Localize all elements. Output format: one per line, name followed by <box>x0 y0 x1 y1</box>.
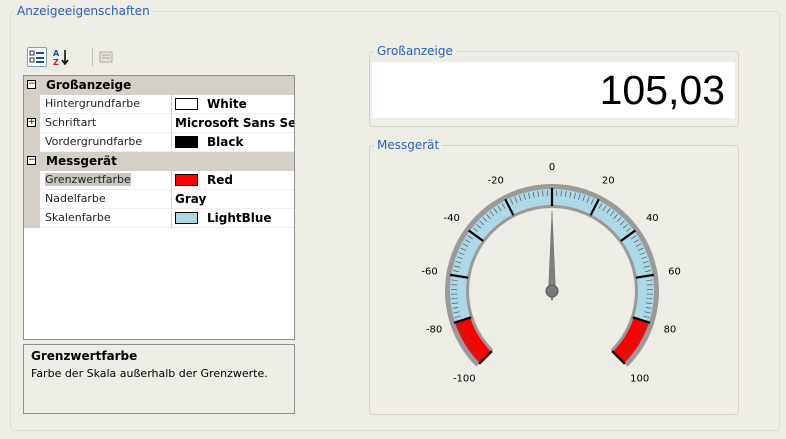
description-title: Grenzwertfarbe <box>31 349 138 363</box>
alphabetical-sort-button[interactable]: A Z <box>51 47 71 67</box>
property-row-vordergrundfarbe[interactable]: Vordergrundfarbe Black <box>24 133 294 152</box>
property-name: Skalenfarbe <box>45 211 111 224</box>
property-row-grenzwertfarbe[interactable]: Grenzwertfarbe Red <box>24 171 294 190</box>
category-label: Großanzeige <box>46 78 132 92</box>
gauge-tick-label: -40 <box>444 213 460 224</box>
column-separator <box>171 190 172 209</box>
property-name: Vordergrundfarbe <box>45 135 143 148</box>
display-properties-legend: Anzeigeeigenschaften <box>14 4 153 18</box>
column-separator <box>171 133 172 152</box>
gauge-tick-label: -80 <box>426 324 442 335</box>
property-grid: − Großanzeige Hintergrundfarbe White + S… <box>23 75 295 340</box>
category-row-messgeraet[interactable]: − Messgerät <box>24 152 294 171</box>
row-margin <box>24 171 40 190</box>
gauge-needle-hub <box>545 284 559 298</box>
gauge-tick-label: -20 <box>488 176 504 187</box>
category-row-grossanzeige[interactable]: − Großanzeige <box>24 76 294 95</box>
row-margin <box>24 190 40 209</box>
expand-icon[interactable]: + <box>27 118 36 127</box>
collapse-icon[interactable]: − <box>27 156 36 165</box>
property-pages-button[interactable] <box>96 47 116 67</box>
column-separator <box>171 95 172 114</box>
gauge-legend: Messgerät <box>374 138 443 152</box>
svg-text:A: A <box>53 49 60 58</box>
property-value[interactable]: White <box>207 97 247 111</box>
property-value[interactable]: Red <box>207 173 233 187</box>
property-name: Nadelfarbe <box>45 192 106 205</box>
category-label: Messgerät <box>46 154 117 168</box>
svg-text:Z: Z <box>53 58 59 66</box>
row-margin: + <box>24 114 40 133</box>
property-row-nadelfarbe[interactable]: Nadelfarbe Gray <box>24 190 294 209</box>
column-separator <box>171 209 172 228</box>
gauge-tick-label: 80 <box>664 324 677 335</box>
property-value[interactable]: Microsoft Sans Serif; <box>175 116 294 130</box>
property-row-schriftart[interactable]: + Schriftart Microsoft Sans Serif; <box>24 114 294 133</box>
column-separator <box>171 114 172 133</box>
property-name: Schriftart <box>45 116 97 129</box>
property-pages-icon <box>99 51 113 63</box>
color-swatch <box>175 174 198 186</box>
row-margin <box>24 133 40 152</box>
gauge-tick-label: -60 <box>421 267 437 278</box>
property-value[interactable]: LightBlue <box>207 211 272 225</box>
gauge-meter: -100 -80 -60 -40 -20 0 20 40 60 80 100 <box>421 162 681 385</box>
property-name: Grenzwertfarbe <box>45 173 131 186</box>
gauge-tick-label: 100 <box>630 374 649 385</box>
row-margin <box>24 209 40 228</box>
property-grid-toolbar: A Z <box>24 46 294 70</box>
property-row-hintergrundfarbe[interactable]: Hintergrundfarbe White <box>24 95 294 114</box>
toolbar-separator <box>92 48 93 66</box>
column-separator <box>171 171 172 190</box>
gauge-tick-label: 40 <box>646 213 659 224</box>
categorized-view-button[interactable] <box>27 47 47 67</box>
collapse-icon[interactable]: − <box>27 80 36 89</box>
row-margin <box>24 95 40 114</box>
property-value[interactable]: Black <box>207 135 243 149</box>
color-swatch <box>175 136 198 148</box>
gauge-tick-label: 60 <box>668 267 681 278</box>
gauge-tick-label: 0 <box>549 162 555 173</box>
color-swatch <box>175 212 198 224</box>
big-display-value: 105,03 <box>599 67 725 113</box>
gauge-tick-label: -100 <box>453 374 476 385</box>
color-swatch <box>175 98 198 110</box>
description-text: Farbe der Skala außerhalb der Grenzwerte… <box>31 367 268 380</box>
big-display-legend: Großanzeige <box>374 44 456 58</box>
alphabetical-sort-icon: A Z <box>53 49 69 66</box>
property-description-panel: Grenzwertfarbe Farbe der Skala außerhalb… <box>23 344 295 414</box>
gauge-tick-label: 20 <box>602 176 615 187</box>
property-row-skalenfarbe[interactable]: Skalenfarbe LightBlue <box>24 209 294 228</box>
property-value[interactable]: Gray <box>175 192 206 206</box>
categorized-view-icon <box>29 50 44 63</box>
big-display-panel: 105,03 <box>372 62 735 118</box>
property-name: Hintergrundfarbe <box>45 97 141 110</box>
